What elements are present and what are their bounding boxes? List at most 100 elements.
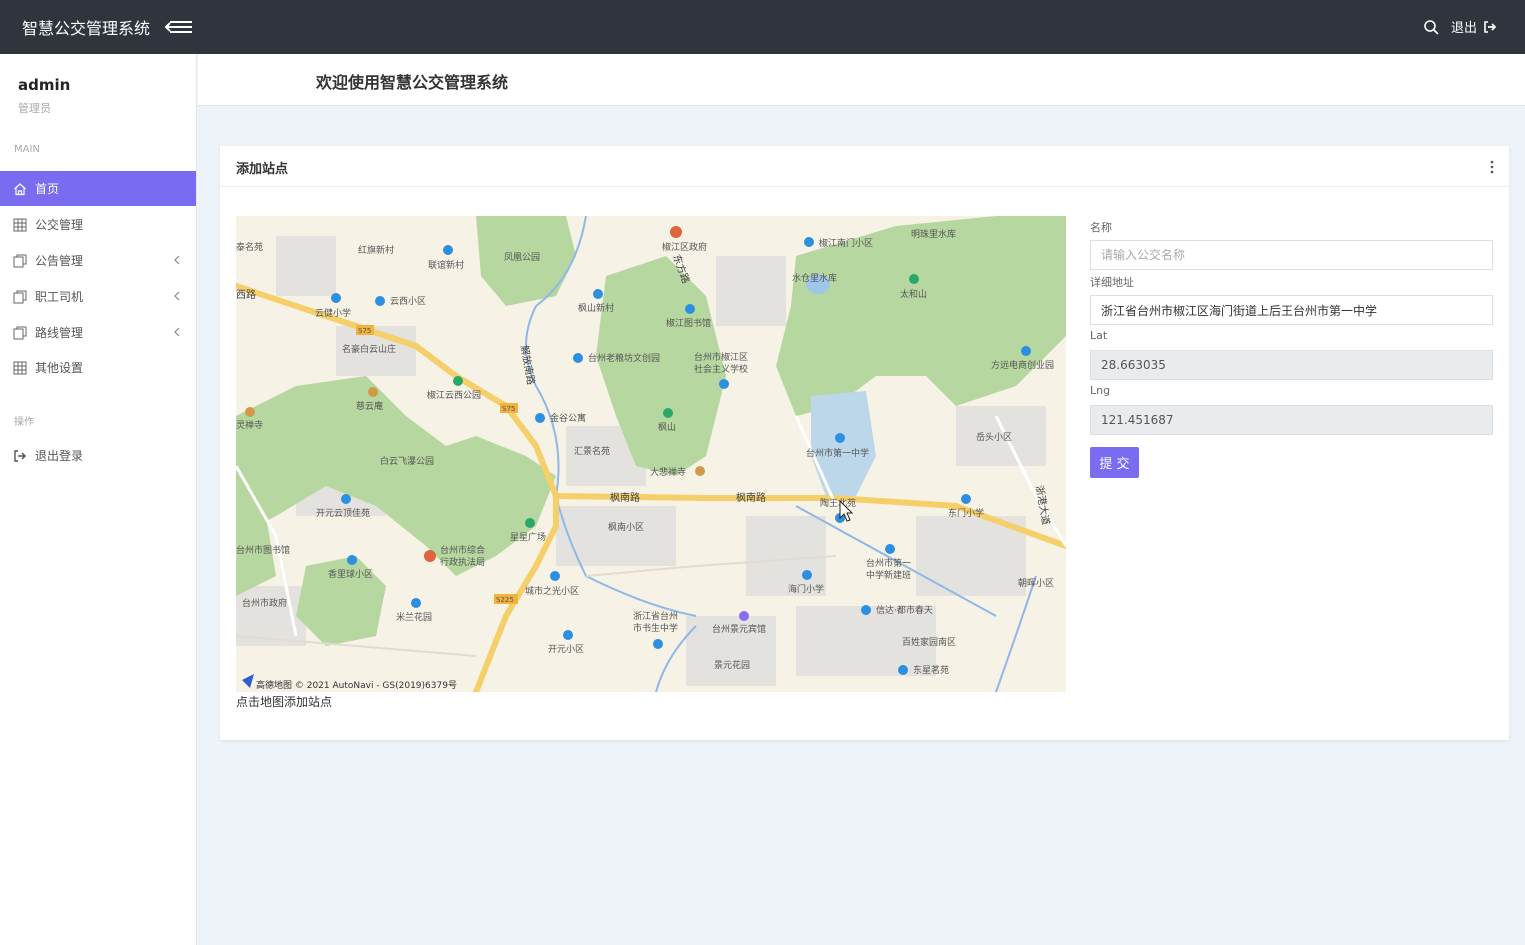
chevron-left-icon — [174, 327, 180, 337]
station-map[interactable]: 西路 枫南路 枫南路 解放南路 浙港大道 东方路 S75 S75 S225 椒江… — [236, 216, 1066, 692]
search-icon[interactable] — [1423, 19, 1439, 35]
sidebar-item-label: 其他设置 — [35, 361, 84, 375]
card-title: 添加站点 — [236, 162, 289, 177]
svg-text:枫山新村: 枫山新村 — [578, 302, 614, 314]
svg-text:云西小区: 云西小区 — [390, 296, 426, 307]
sidebar-item-label: 首页 — [35, 182, 60, 196]
svg-text:太和山: 太和山 — [900, 288, 927, 300]
svg-text:枫南小区: 枫南小区 — [608, 521, 644, 533]
svg-text:朝晖小区: 朝晖小区 — [1018, 578, 1054, 589]
name-input[interactable] — [1090, 240, 1493, 270]
map-attribution: 高德地图 © 2021 AutoNavi - GS(2019)6379号 — [256, 679, 457, 691]
svg-text:椒江南门小区: 椒江南门小区 — [819, 237, 873, 249]
svg-text:信达·都市春天: 信达·都市春天 — [876, 604, 933, 616]
svg-text:S225: S225 — [496, 596, 514, 604]
svg-text:市书生中学: 市书生中学 — [633, 622, 678, 634]
lng-label: Lng — [1090, 384, 1111, 397]
svg-text:白云飞瀑公园: 白云飞瀑公园 — [380, 455, 434, 467]
svg-text:台州市第一: 台州市第一 — [866, 557, 911, 569]
svg-text:台州景元宾馆: 台州景元宾馆 — [712, 623, 766, 635]
svg-text:椒江区政府: 椒江区政府 — [662, 241, 707, 253]
user-role: 管理员 — [18, 102, 51, 115]
svg-text:台州市第一中学: 台州市第一中学 — [806, 447, 869, 459]
address-input[interactable] — [1090, 295, 1493, 325]
svg-text:金谷公寓: 金谷公寓 — [550, 412, 586, 424]
page-header: 欢迎使用智慧公交管理系统 — [198, 54, 1525, 106]
svg-text:百姓家园南区: 百姓家园南区 — [902, 636, 956, 648]
sidebar-item-notice[interactable]: 公告管理 — [0, 243, 196, 278]
svg-text:台州市综合: 台州市综合 — [440, 544, 485, 556]
svg-text:凤凰公园: 凤凰公园 — [504, 252, 540, 263]
sidebar-item-home[interactable]: 首页 — [0, 171, 196, 206]
svg-text:S75: S75 — [502, 405, 515, 413]
name-label: 名称 — [1090, 221, 1112, 234]
sidebar-item-drivers[interactable]: 职工司机 — [0, 279, 196, 314]
svg-text:城市之光小区: 城市之光小区 — [525, 585, 579, 597]
grid-icon — [13, 361, 27, 374]
sidebar: admin 管理员 MAIN 首页 公交管理 公告管理 职工司机 路线管理 其他… — [0, 54, 197, 945]
svg-text:中学新建班: 中学新建班 — [866, 569, 911, 581]
chevron-left-icon — [174, 291, 180, 301]
sidebar-item-label: 公告管理 — [35, 254, 84, 268]
svg-text:枫南路: 枫南路 — [610, 491, 640, 504]
sidebar-item-bus[interactable]: 公交管理 — [0, 207, 196, 242]
copy-icon — [13, 254, 27, 267]
address-label: 详细地址 — [1090, 276, 1134, 289]
copy-icon — [13, 290, 27, 303]
chevron-left-icon — [174, 255, 180, 265]
svg-text:椒江图书馆: 椒江图书馆 — [666, 317, 711, 329]
menu-toggle-icon[interactable] — [164, 18, 194, 36]
sidebar-item-label: 职工司机 — [35, 290, 84, 304]
map-hint: 点击地图添加站点 — [236, 695, 333, 709]
sidebar-item-routes[interactable]: 路线管理 — [0, 315, 196, 350]
svg-text:灵禅寺: 灵禅寺 — [236, 419, 263, 431]
logout-icon — [14, 449, 27, 462]
svg-text:S75: S75 — [358, 327, 371, 335]
sidebar-item-label: 路线管理 — [35, 326, 84, 340]
copy-icon — [13, 326, 27, 339]
lat-input[interactable] — [1090, 350, 1493, 380]
home-icon — [14, 182, 26, 195]
svg-text:行政执法局: 行政执法局 — [440, 556, 485, 568]
svg-text:米兰花园: 米兰花园 — [396, 611, 432, 623]
svg-text:东星茗苑: 东星茗苑 — [913, 664, 949, 676]
svg-text:枫山: 枫山 — [658, 421, 676, 433]
svg-text:台州市椒江区: 台州市椒江区 — [694, 351, 748, 363]
logout-icon[interactable] — [1483, 20, 1497, 34]
svg-text:慈云庵: 慈云庵 — [356, 400, 383, 412]
svg-text:台州老粮坊文创园: 台州老粮坊文创园 — [588, 352, 660, 364]
svg-text:西路: 西路 — [236, 288, 256, 301]
svg-text:浙江省台州: 浙江省台州 — [633, 610, 678, 622]
svg-text:台州市政府: 台州市政府 — [242, 597, 287, 609]
svg-text:名豪白云山庄: 名豪白云山庄 — [342, 343, 396, 355]
user-name: admin — [18, 76, 71, 94]
submit-button[interactable]: 提 交 — [1090, 447, 1139, 478]
svg-text:陶王北苑: 陶王北苑 — [820, 497, 856, 509]
grid-icon — [13, 218, 27, 231]
svg-text:开元云顶佳苑: 开元云顶佳苑 — [316, 507, 370, 519]
svg-text:明珠里水库: 明珠里水库 — [911, 228, 956, 240]
sidebar-item-settings[interactable]: 其他设置 — [0, 350, 196, 385]
svg-text:东门小学: 东门小学 — [948, 507, 984, 519]
svg-text:水仓里水库: 水仓里水库 — [792, 272, 837, 284]
sidebar-item-logout[interactable]: 退出登录 — [0, 438, 196, 473]
sidebar-item-label: 退出登录 — [35, 449, 84, 463]
svg-text:社会主义学校: 社会主义学校 — [694, 363, 748, 375]
svg-text:方远电商创业园: 方远电商创业园 — [991, 359, 1054, 371]
svg-text:云健小学: 云健小学 — [315, 307, 351, 319]
svg-text:椒江云西公园: 椒江云西公园 — [427, 389, 481, 401]
svg-text:台州市图书馆: 台州市图书馆 — [236, 544, 290, 556]
svg-text:海门小学: 海门小学 — [788, 583, 824, 595]
section-label-ops: 操作 — [14, 417, 34, 428]
more-options-icon[interactable] — [1489, 160, 1495, 174]
logout-link[interactable]: 退出 — [1451, 17, 1477, 36]
map-canvas[interactable]: 西路 枫南路 枫南路 解放南路 浙港大道 东方路 S75 S75 S225 椒江… — [236, 216, 1066, 692]
page-title: 欢迎使用智慧公交管理系统 — [316, 73, 509, 92]
brand-title: 智慧公交管理系统 — [22, 19, 151, 38]
lng-input[interactable] — [1090, 405, 1493, 435]
svg-text:香里球小区: 香里球小区 — [328, 568, 373, 580]
sidebar-item-label: 公交管理 — [35, 218, 84, 232]
add-station-card: 添加站点 西路 枫南路 枫南路 解放南路 浙港大道 东方路 S75 S75 S2… — [220, 146, 1509, 740]
svg-text:岳头小区: 岳头小区 — [976, 431, 1012, 443]
svg-text:大悲禅寺: 大悲禅寺 — [650, 466, 686, 478]
